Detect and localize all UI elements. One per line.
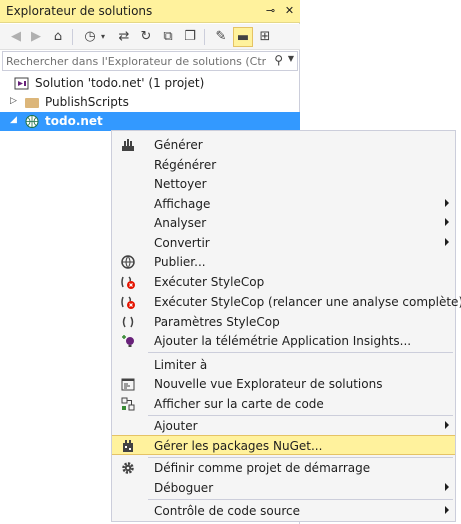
menu-item-label: Contrôle de code source [154, 504, 300, 518]
project-label: todo.net [45, 114, 103, 128]
menu-item-app-insights[interactable]: Ajouter la télémétrie Application Insigh… [112, 331, 455, 351]
menu-item-projet-demarrage[interactable]: Définir comme projet de démarrage [112, 458, 455, 478]
search-icon[interactable]: ⚲ [274, 53, 283, 67]
menu-item-label: Afficher sur la carte de code [154, 397, 324, 411]
menu-item-label: Convertir [154, 236, 210, 250]
menu-item-gerer-nuget[interactable]: Gérer les packages NuGet... [112, 435, 455, 455]
menu-item-limiter-a[interactable]: Limiter à [112, 355, 455, 375]
folder-label: PublishScripts [45, 95, 129, 109]
sync-icon[interactable]: ⇄ [114, 27, 134, 47]
menu-item-analyser[interactable]: Analyser [112, 213, 455, 233]
menu-item-deboguer[interactable]: Déboguer [112, 478, 455, 498]
tree-item-publishscripts[interactable]: ▷ PublishScripts [0, 93, 300, 112]
code-map-icon[interactable]: ⊞ [255, 27, 275, 47]
menu-separator [148, 352, 453, 353]
panel-title: Explorateur de solutions [6, 4, 153, 18]
menu-item-generer[interactable]: Générer [112, 135, 455, 155]
menu-item-nouvelle-vue[interactable]: Nouvelle vue Explorateur de solutions [112, 374, 455, 394]
menu-item-ajouter[interactable]: Ajouter [112, 416, 455, 436]
collapse-all-icon[interactable]: ⧉ [158, 27, 178, 47]
expand-arrow-icon[interactable]: ▷ [10, 96, 20, 106]
new-view-icon [121, 378, 135, 391]
submenu-arrow-icon [445, 483, 449, 491]
menu-item-convertir[interactable]: Convertir [112, 233, 455, 253]
menu-item-executer-stylecop-complete[interactable]: Exécuter StyleCop (relancer une analyse … [112, 292, 461, 312]
menu-item-label: Ajouter la télémétrie Application Insigh… [154, 334, 412, 348]
menu-item-label: Nettoyer [154, 177, 207, 191]
toolbar-separator [204, 29, 205, 45]
menu-item-controle-code-source[interactable]: Contrôle de code source [112, 501, 455, 521]
forward-icon[interactable]: ▶ [26, 27, 46, 47]
refresh-icon[interactable]: ↻ [136, 27, 156, 47]
search-box[interactable]: ⚲ ▼ [2, 51, 298, 71]
gear-icon [122, 462, 134, 474]
tree-item-project[interactable]: ◢ todo.net [0, 112, 300, 131]
menu-item-label: Affichage [154, 197, 211, 211]
stylecop-rerun-icon [121, 296, 135, 309]
folder-icon [25, 98, 39, 108]
stylecop-run-icon [121, 276, 135, 289]
search-options-dropdown-icon[interactable]: ▼ [288, 54, 294, 63]
back-icon[interactable]: ◀ [6, 27, 26, 47]
close-icon[interactable]: ✕ [282, 3, 297, 18]
menu-item-regenerer[interactable]: Régénérer [112, 155, 455, 175]
build-icon [122, 139, 134, 151]
publish-icon [121, 255, 135, 269]
menu-item-label: Générer [154, 138, 203, 152]
menu-item-label: Limiter à [154, 358, 208, 372]
menu-item-label: Déboguer [154, 481, 214, 495]
submenu-arrow-icon [445, 421, 449, 429]
search-input[interactable] [6, 53, 266, 69]
menu-item-publier[interactable]: Publier... [112, 252, 455, 272]
menu-item-label: Régénérer [154, 158, 217, 172]
menu-separator [148, 499, 453, 500]
code-map-icon [121, 397, 135, 411]
menu-item-label: Nouvelle vue Explorateur de solutions [154, 377, 383, 391]
properties-icon[interactable]: ✎ [211, 27, 231, 47]
toolbar-separator [72, 29, 73, 45]
menu-item-label: Exécuter StyleCop (relancer une analyse … [154, 295, 461, 309]
stylecop-settings-icon [122, 316, 134, 328]
menu-item-executer-stylecop[interactable]: Exécuter StyleCop [112, 272, 455, 292]
show-all-files-icon[interactable]: ❐ [180, 27, 200, 47]
menu-item-label: Exécuter StyleCop [154, 275, 265, 289]
context-menu: Générer Régénérer Nettoyer Affichage Ana… [111, 130, 461, 522]
menu-item-affichage[interactable]: Affichage [112, 194, 455, 214]
home-icon[interactable]: ⌂ [48, 27, 68, 47]
submenu-arrow-icon [445, 506, 449, 514]
web-project-icon [25, 115, 39, 128]
menu-item-label: Ajouter [154, 419, 198, 433]
menu-item-nettoyer[interactable]: Nettoyer [112, 174, 455, 194]
collapse-arrow-icon[interactable]: ◢ [10, 115, 20, 125]
nuget-icon [123, 440, 133, 452]
menu-item-label: Analyser [154, 216, 207, 230]
history-icon[interactable]: ◷ [80, 27, 100, 47]
submenu-arrow-icon [445, 218, 449, 226]
menu-item-carte-de-code[interactable]: Afficher sur la carte de code [112, 394, 455, 414]
submenu-arrow-icon [445, 199, 449, 207]
submenu-arrow-icon [445, 238, 449, 246]
history-dropdown-icon[interactable]: ▾ [98, 27, 108, 47]
menu-item-parametres-stylecop[interactable]: Paramètres StyleCop [112, 312, 455, 332]
app-insights-icon [122, 335, 134, 347]
menu-item-label: Gérer les packages NuGet... [154, 439, 323, 453]
panel-toolbar: ◀ ▶ ⌂ ◷ ▾ ⇄ ↻ ⧉ ❐ ✎ ▬ ⊞ [0, 24, 300, 50]
tree-item-solution[interactable]: Solution 'todo.net' (1 projet) [0, 74, 300, 93]
menu-item-label: Définir comme projet de démarrage [154, 461, 371, 475]
solution-label: Solution 'todo.net' (1 projet) [35, 76, 205, 90]
menu-item-label: Paramètres StyleCop [154, 315, 280, 329]
solution-icon [14, 77, 29, 90]
pin-icon[interactable]: ⊸ [263, 3, 278, 18]
panel-titlebar[interactable]: Explorateur de solutions ⊸ ✕ [0, 0, 300, 23]
menu-item-label: Publier... [154, 255, 206, 269]
preview-icon[interactable]: ▬ [233, 27, 253, 47]
